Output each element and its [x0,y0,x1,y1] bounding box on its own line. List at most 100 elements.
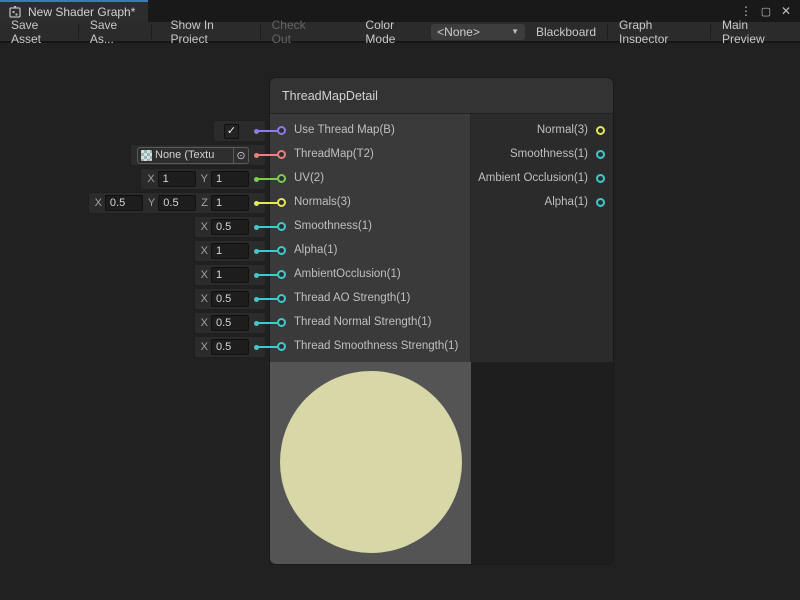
input-row: AmbientOcclusion(1) [270,262,470,286]
value-field[interactable]: 0.5 [211,291,249,307]
color-mode-value: <None> [437,25,480,39]
output-row: Alpha(1) [471,190,613,214]
axis-label: X [95,197,102,209]
input-row: Thread Normal Strength(1) [270,310,470,334]
output-row: Normal(3) [471,118,613,142]
shader-node-threadmapdetail[interactable]: ThreadMapDetail Use Thread Map(B) ThreadM… [270,78,613,564]
input-port-label: Smoothness(1) [294,220,372,232]
window-maximize-icon[interactable]: ▢ [758,5,774,18]
port-connector-wire [256,226,278,228]
axis-label: X [201,293,208,305]
input-port[interactable] [277,342,286,351]
input-port[interactable] [277,270,286,279]
input-port-label: Use Thread Map(B) [294,124,395,136]
output-row: Ambient Occlusion(1) [471,166,613,190]
texture-object-field[interactable]: None (Textu⊙ [137,147,249,164]
axis-label: Y [148,197,155,209]
input-port[interactable] [277,222,286,231]
show-in-project-button[interactable]: Show In Project [159,22,259,41]
input-row: Normals(3) [270,190,470,214]
input-default-widget: X0.5Y0.5Z1 [88,192,266,214]
input-port-label: Alpha(1) [294,244,337,256]
axis-label: Z [201,197,208,209]
input-default-widget: None (Textu⊙ [130,144,266,166]
output-port[interactable] [596,126,605,135]
node-preview-background [471,362,613,564]
toolbar: Save Asset Save As... Show In Project Ch… [0,22,800,43]
input-port-label: Thread AO Strength(1) [294,292,410,304]
input-port[interactable] [277,174,286,183]
axis-label: X [201,269,208,281]
input-row: Use Thread Map(B) [270,118,470,142]
axis-label: X [201,221,208,233]
port-connector-wire [256,274,278,276]
preview-sphere [280,371,462,553]
input-port[interactable] [277,150,286,159]
save-as-button[interactable]: Save As... [79,22,151,41]
graph-inspector-toggle-button[interactable]: Graph Inspector [608,22,710,41]
value-field[interactable]: 1 [158,171,196,187]
input-row: Thread Smoothness Strength(1) [270,334,470,358]
window-menu-icon[interactable]: ⋮ [738,4,754,18]
main-preview-toggle-button[interactable]: Main Preview [711,22,800,41]
value-field[interactable]: 1 [211,171,249,187]
axis-label: X [201,245,208,257]
input-row: UV(2) [270,166,470,190]
object-picker-icon[interactable]: ⊙ [233,148,248,163]
input-port[interactable] [277,246,286,255]
output-port-label: Alpha(1) [545,196,588,208]
axis-label: X [147,173,154,185]
value-field[interactable]: 0.5 [105,195,143,211]
use-thread-map-checkbox[interactable]: ✓ [224,124,239,139]
value-field[interactable]: 0.5 [158,195,196,211]
value-field[interactable]: 0.5 [211,219,249,235]
input-default-widget: X1Y1 [140,168,266,190]
axis-label: X [201,317,208,329]
node-preview [270,362,613,564]
window-close-icon[interactable]: ✕ [778,4,794,18]
value-field[interactable]: 1 [211,243,249,259]
value-field[interactable]: 1 [211,267,249,283]
input-row: ThreadMap(T2) [270,142,470,166]
input-port[interactable] [277,126,286,135]
node-body: Use Thread Map(B)ThreadMap(T2)UV(2)Norma… [270,114,613,362]
output-port[interactable] [596,198,605,207]
blackboard-toggle-button[interactable]: Blackboard [525,22,607,41]
node-preview-image [270,362,471,564]
input-port[interactable] [277,294,286,303]
output-port[interactable] [596,174,605,183]
chevron-down-icon: ▼ [511,27,519,36]
save-asset-button[interactable]: Save Asset [0,22,78,41]
output-port-label: Ambient Occlusion(1) [478,172,588,184]
axis-label: Y [201,173,208,185]
output-row: Smoothness(1) [471,142,613,166]
node-output-column: Normal(3) Smoothness(1) Ambient Occlusion(… [470,114,613,362]
output-port-label: Normal(3) [537,124,588,136]
port-connector-wire [256,202,278,204]
input-row: Thread AO Strength(1) [270,286,470,310]
value-field[interactable]: 1 [211,195,249,211]
node-header[interactable]: ThreadMapDetail [270,78,613,114]
input-port-label: Normals(3) [294,196,351,208]
node-title: ThreadMapDetail [282,89,378,103]
input-port-label: Thread Smoothness Strength(1) [294,340,458,352]
port-connector-wire [256,322,278,324]
texture-object-value: None (Textu [155,149,233,161]
output-port[interactable] [596,150,605,159]
value-field[interactable]: 0.5 [211,339,249,355]
port-connector-wire [256,250,278,252]
texture-thumbnail-icon [141,150,152,161]
input-port[interactable] [277,318,286,327]
input-row: Smoothness(1) [270,214,470,238]
graph-canvas[interactable]: ThreadMapDetail Use Thread Map(B) ThreadM… [0,43,800,600]
axis-label: X [201,341,208,353]
value-field[interactable]: 0.5 [211,315,249,331]
input-port-label: ThreadMap(T2) [294,148,374,160]
color-mode-label: Color Mode [361,18,431,46]
input-port-label: Thread Normal Strength(1) [294,316,431,328]
color-mode-dropdown[interactable]: <None> ▼ [431,24,525,40]
port-connector-wire [256,154,278,156]
input-port-label: AmbientOcclusion(1) [294,268,401,280]
port-connector-wire [256,346,278,348]
input-port[interactable] [277,198,286,207]
